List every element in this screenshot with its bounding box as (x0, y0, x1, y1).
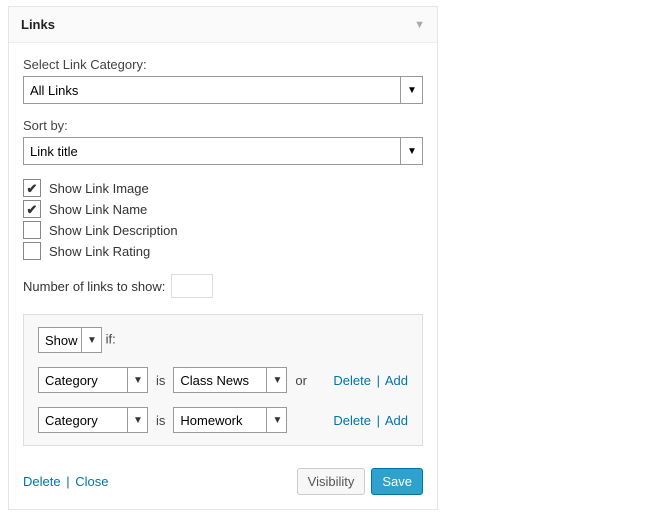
widget-links: Links ▼ Select Link Category: All Links … (8, 6, 438, 510)
checkbox-show-link-name[interactable]: ✔ (23, 200, 41, 218)
sort-by-select-wrap: Link title ▼ (23, 137, 423, 165)
widget-body: Select Link Category: All Links ▼ Sort b… (9, 43, 437, 458)
sort-by-select[interactable]: Link title (23, 137, 423, 165)
link-category-select[interactable]: All Links (23, 76, 423, 104)
rule-field-select[interactable]: Category (38, 407, 148, 433)
num-links-input[interactable] (171, 274, 213, 298)
sort-by-label: Sort by: (23, 118, 423, 133)
widget-header[interactable]: Links ▼ (9, 7, 437, 43)
rule-add-link[interactable]: Add (385, 373, 408, 388)
visibility-rule-row: Category ▼ is Class News ▼ or Delete | A… (38, 367, 408, 393)
is-text: is (156, 373, 165, 388)
if-text: if: (106, 331, 116, 346)
rule-value-select[interactable]: Class News (173, 367, 287, 393)
collapse-icon: ▼ (414, 19, 425, 31)
checkbox-label: Show Link Name (49, 202, 147, 217)
rule-field-select[interactable]: Category (38, 367, 148, 393)
checkbox-label: Show Link Description (49, 223, 178, 238)
footer-left-links: Delete | Close (23, 474, 108, 489)
widget-footer: Delete | Close Visibility Save (9, 468, 437, 509)
checkbox-label: Show Link Rating (49, 244, 150, 259)
visibility-action-select[interactable]: Show (38, 327, 102, 353)
checkbox-show-link-description[interactable] (23, 221, 41, 239)
checkbox-row-rating: Show Link Rating (23, 242, 423, 260)
checkbox-label: Show Link Image (49, 181, 149, 196)
separator: | (64, 474, 71, 489)
widget-title: Links (21, 17, 55, 32)
separator: | (375, 413, 382, 428)
link-category-label: Select Link Category: (23, 57, 423, 72)
rule-add-link[interactable]: Add (385, 413, 408, 428)
rule-delete-link[interactable]: Delete (333, 373, 371, 388)
close-link[interactable]: Close (75, 474, 108, 489)
visibility-action-row: Show ▼ if: (38, 327, 408, 353)
visibility-rules-box: Show ▼ if: Category ▼ is Class News (23, 314, 423, 446)
rule-actions: Delete | Add (333, 413, 408, 428)
rule-delete-link[interactable]: Delete (333, 413, 371, 428)
link-category-select-wrap: All Links ▼ (23, 76, 423, 104)
checkbox-show-link-image[interactable]: ✔ (23, 179, 41, 197)
rule-value-select[interactable]: Homework (173, 407, 287, 433)
is-text: is (156, 413, 165, 428)
rule-actions: Delete | Add (333, 373, 408, 388)
checkbox-row-image: ✔ Show Link Image (23, 179, 423, 197)
num-links-row: Number of links to show: (23, 274, 423, 298)
checkbox-show-link-rating[interactable] (23, 242, 41, 260)
save-button[interactable]: Save (371, 468, 423, 495)
checkbox-row-description: Show Link Description (23, 221, 423, 239)
visibility-button[interactable]: Visibility (297, 468, 366, 495)
or-text: or (295, 373, 307, 388)
visibility-rule-row: Category ▼ is Homework ▼ Delete | Add (38, 407, 408, 433)
checkbox-row-name: ✔ Show Link Name (23, 200, 423, 218)
delete-link[interactable]: Delete (23, 474, 61, 489)
num-links-label: Number of links to show: (23, 279, 165, 294)
separator: | (375, 373, 382, 388)
